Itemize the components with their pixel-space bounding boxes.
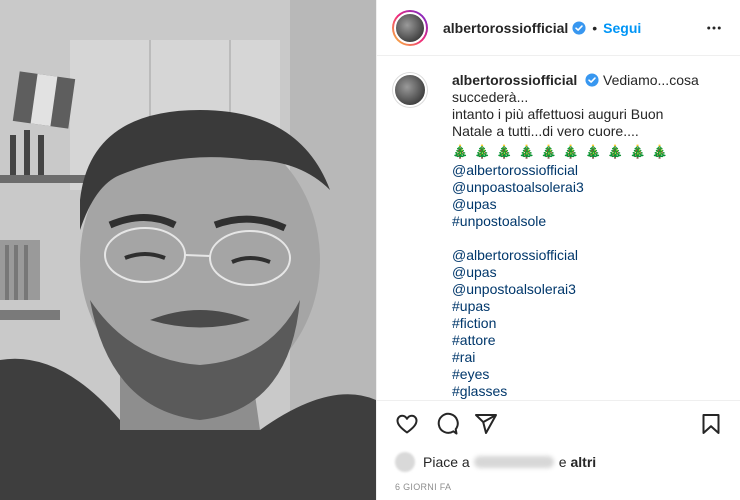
caption-tag[interactable]: @unpoastoalsolerai3 — [452, 179, 722, 196]
caption-username[interactable]: albertorossiofficial — [452, 72, 577, 88]
liker-avatar[interactable] — [395, 452, 415, 472]
more-options-icon[interactable] — [705, 19, 723, 37]
post-header: albertorossiofficial • Segui — [377, 0, 740, 56]
likes-and: e — [558, 454, 567, 470]
caption-section: albertorossiofficial Vediamo...cosa succ… — [377, 56, 740, 400]
caption-tag[interactable]: @upas — [452, 264, 722, 281]
caption-first-line: albertorossiofficial Vediamo...cosa — [452, 72, 722, 89]
caption-avatar[interactable] — [392, 72, 428, 108]
likes-row: Piace a e altri — [395, 452, 596, 472]
comment-icon[interactable] — [435, 412, 459, 436]
caption-tag[interactable]: #upas — [452, 298, 722, 315]
caption-text: albertorossiofficial Vediamo...cosa succ… — [452, 72, 722, 400]
instagram-post: albertorossiofficial • Segui albertoross… — [0, 0, 740, 500]
post-image — [0, 0, 376, 500]
heart-icon[interactable] — [395, 412, 419, 436]
follow-button[interactable]: Segui — [603, 20, 641, 36]
profile-avatar[interactable] — [392, 9, 428, 46]
liker-name-blurred[interactable] — [473, 456, 554, 468]
christmas-tree-emojis: 🎄🎄🎄🎄🎄🎄🎄🎄🎄🎄 — [452, 144, 674, 159]
caption-tag[interactable]: #unpostoalsole — [452, 213, 722, 230]
caption-tag[interactable]: #glasses — [452, 383, 722, 400]
caption-tag[interactable]: #eyes — [452, 366, 722, 383]
caption-tag[interactable]: #attore — [452, 332, 722, 349]
action-bar — [377, 400, 740, 446]
post-side-panel: albertorossiofficial • Segui albertoross… — [376, 0, 740, 500]
likes-prefix: Piace a — [423, 454, 470, 470]
post-timestamp[interactable]: 6 GIORNI FA — [395, 482, 451, 492]
caption-line: Natale a tutti...di vero cuore.... — [452, 123, 639, 139]
caption-line: succederà... — [452, 89, 529, 105]
caption-line: intanto i più affettuosi auguri Buon — [452, 106, 664, 122]
verified-icon — [585, 73, 599, 87]
bookmark-icon[interactable] — [699, 412, 723, 436]
header-separator: • — [592, 19, 598, 36]
post-photo[interactable] — [0, 0, 376, 500]
caption-tag[interactable]: @unpostoalsolerai3 — [452, 281, 722, 298]
caption-tag[interactable]: @upas — [452, 196, 722, 213]
share-icon[interactable] — [474, 412, 498, 436]
caption-tag[interactable]: @albertorossiofficial — [452, 247, 722, 264]
caption-gap — [452, 230, 722, 247]
caption-line: Vediamo...cosa — [603, 72, 699, 88]
caption-tag[interactable]: @albertorossiofficial — [452, 162, 722, 179]
verified-icon — [572, 20, 586, 35]
caption-tag[interactable]: #rai — [452, 349, 722, 366]
caption-tag[interactable]: #fiction — [452, 315, 722, 332]
likes-others-link[interactable]: altri — [571, 454, 597, 470]
header-username[interactable]: albertorossiofficial — [443, 20, 568, 36]
